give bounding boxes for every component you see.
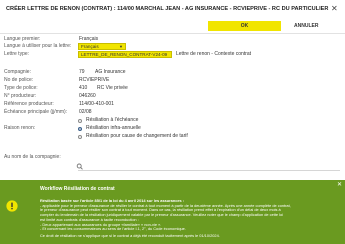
langue-lettre-select[interactable]: Français ▼ bbox=[78, 43, 126, 50]
search-underline bbox=[78, 170, 340, 171]
radio-label-tarif: Résiliation pour cause de changement de … bbox=[86, 133, 188, 139]
raison-label: Raison renon: bbox=[4, 125, 36, 131]
dialog-title: CRÉER LETTRE DE RENON (CONTRAT) : 114/00… bbox=[6, 6, 329, 12]
ok-button[interactable]: OK bbox=[208, 21, 281, 31]
compagnie-search-label: Au nom de la compagnie: bbox=[4, 154, 61, 160]
radio-label-infra-annuelle: Résiliation infra-annuelle bbox=[86, 125, 141, 131]
close-icon[interactable]: ✕ bbox=[331, 5, 338, 13]
radio-resiliation-echeance[interactable] bbox=[78, 118, 82, 123]
radio-label-echeance: Résiliation à l'échéance bbox=[86, 117, 139, 123]
lettre-type-label: Lettre type: bbox=[4, 51, 30, 57]
reference-label: Référence producteur: bbox=[4, 101, 54, 107]
reference-value: 114/00-410-001 bbox=[79, 101, 114, 107]
police-value: RCVIEPRIVE bbox=[79, 77, 110, 83]
workflow-title: Workflow Résiliation de contrat bbox=[40, 186, 115, 192]
banner-close-icon[interactable]: ✕ bbox=[337, 181, 342, 188]
compagnie-label: Compagnie: bbox=[4, 69, 31, 75]
compagnie-search-input[interactable] bbox=[82, 163, 332, 170]
warning-icon bbox=[6, 200, 18, 212]
workflow-body: Résiliation basée sur l'article 85/1 de … bbox=[40, 199, 338, 239]
radio-resiliation-tarif[interactable] bbox=[78, 134, 82, 139]
lettre-type-description: Lettre de renon - Contexte contrat bbox=[176, 51, 252, 57]
cancel-button[interactable]: ANNULER bbox=[291, 21, 321, 31]
type-police-label: Type de police: bbox=[4, 85, 38, 91]
producteur-value: 046260 bbox=[79, 93, 96, 99]
echeance-value: 02/08 bbox=[79, 109, 92, 115]
langue-premier-label: Langue premier: bbox=[4, 36, 41, 42]
chevron-down-icon: ▼ bbox=[119, 44, 123, 49]
workflow-line: Ce droit de résiliation ne s'applique qu… bbox=[40, 233, 220, 238]
producteur-label: N° producteur: bbox=[4, 93, 37, 99]
type-police-code: 410 bbox=[79, 85, 88, 91]
radio-resiliation-infra-annuelle[interactable] bbox=[78, 126, 82, 131]
type-police-name: RC Vie privée bbox=[97, 85, 128, 91]
langue-premier-value: Français bbox=[79, 36, 99, 42]
compagnie-code: 79 bbox=[79, 69, 85, 75]
police-label: No de police: bbox=[4, 77, 34, 83]
compagnie-name: AG Insurance bbox=[95, 69, 126, 75]
echeance-label: Échéance principale (jj/mm): bbox=[4, 109, 68, 115]
langue-lettre-value: Français bbox=[81, 44, 99, 49]
workflow-line: - Et concernant les consommateurs au sen… bbox=[40, 227, 186, 232]
lettre-type-value: LETTRE_DE_RENON_CONTRAT-V24-09 bbox=[81, 52, 168, 57]
lettre-type-select[interactable]: LETTRE_DE_RENON_CONTRAT-V24-09 bbox=[78, 51, 172, 58]
langue-lettre-label: Langue à utiliser pour la lettre: bbox=[4, 43, 72, 49]
